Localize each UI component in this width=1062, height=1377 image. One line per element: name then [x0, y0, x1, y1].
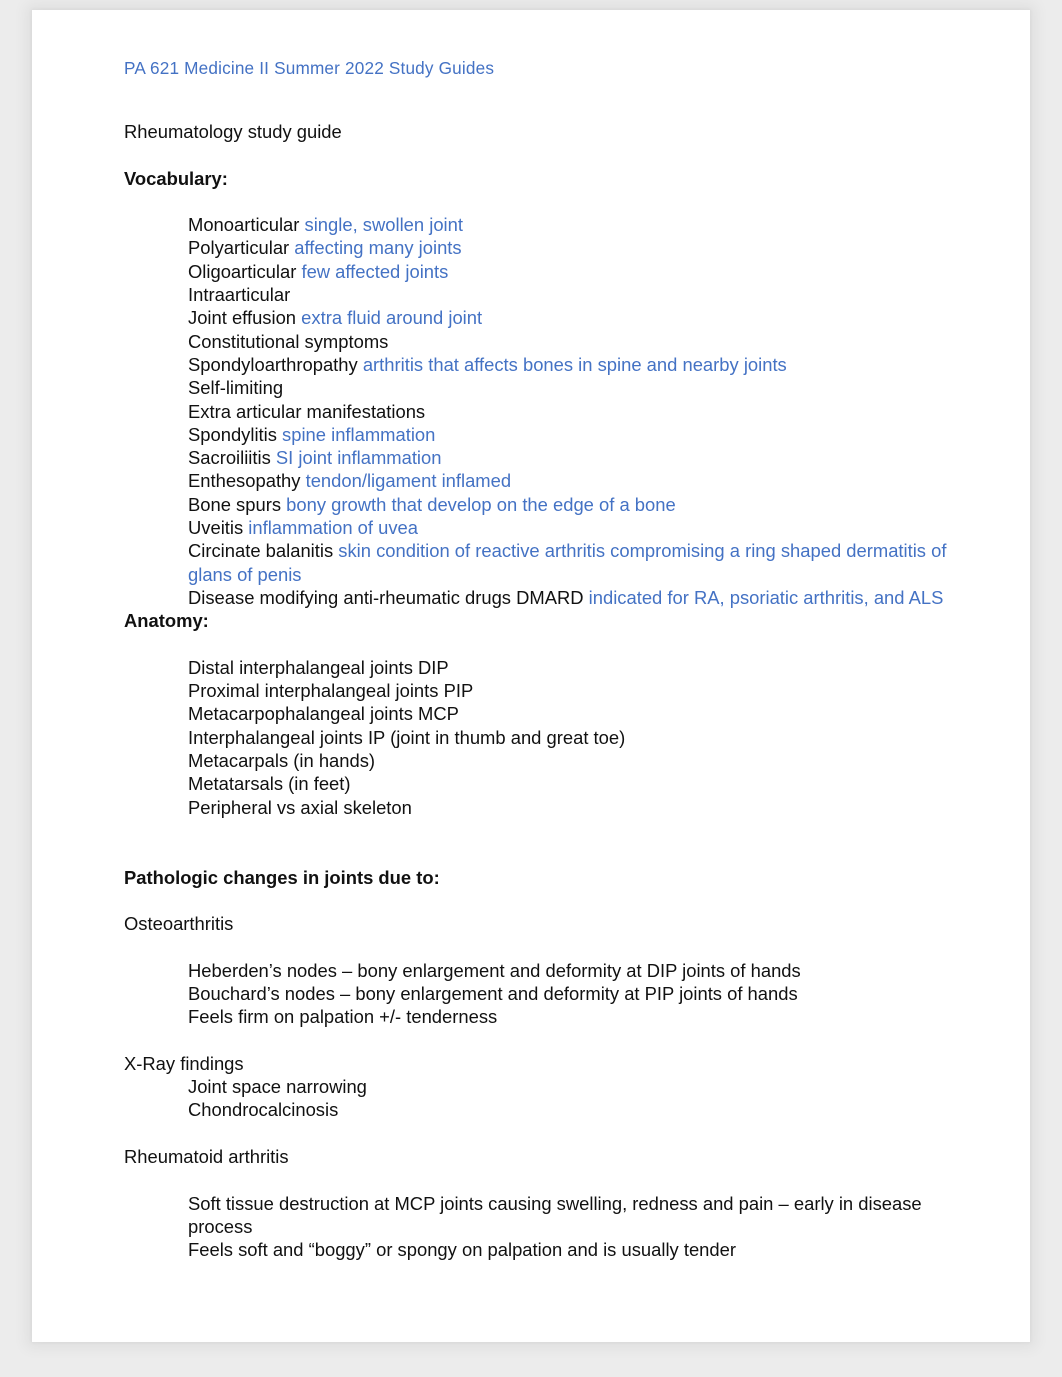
anatomy-item: Metacarpophalangeal joints MCP — [188, 703, 459, 725]
vocabulary-entry: Extra articular manifestations — [124, 400, 964, 423]
anatomy-item: Metatarsals (in feet) — [188, 773, 351, 795]
vocabulary-term: Monoarticular — [188, 214, 305, 236]
document-header-link[interactable]: PA 621 Medicine II Summer 2022 Study Gui… — [124, 58, 494, 79]
vocabulary-list: Monoarticular single, swollen joint Polya… — [124, 213, 964, 609]
vocabulary-term: Oligoarticular — [188, 260, 302, 282]
vocabulary-entry: Spondyloarthropathy arthritis that affec… — [124, 353, 964, 376]
vocabulary-term: Bone spurs — [188, 493, 287, 515]
pathologic-item: Feels soft and “boggy” or spongy on palp… — [188, 1239, 736, 1261]
anatomy-item: Interphalangeal joints IP (joint in thum… — [188, 726, 626, 748]
anatomy-item: Metacarpals (in hands) — [188, 750, 376, 772]
vocabulary-definition: arthritis that affects bones in spine an… — [362, 353, 787, 375]
vocabulary-heading: Vocabulary: — [124, 167, 228, 189]
pathologic-item: Heberden’s nodes – bony enlargement and … — [188, 959, 801, 981]
pathologic-item: Soft tissue destruction at MCP joints ca… — [188, 1192, 922, 1237]
vocabulary-definition: inflammation of uvea — [248, 517, 418, 539]
vocabulary-definition: tendon/ligament inflamed — [305, 470, 512, 492]
vocabulary-term: Sacroiliitis — [188, 447, 276, 469]
vocabulary-term: Extra articular manifestations — [188, 400, 426, 422]
vocabulary-term: Self-limiting — [188, 377, 284, 399]
anatomy-heading: Anatomy: — [124, 610, 209, 632]
vocabulary-entry: Oligoarticular few affected joints — [124, 260, 964, 283]
vocabulary-entry: Uveitis inflammation of uvea — [124, 516, 964, 539]
anatomy-list: Distal interphalangeal joints DIP Proxima… — [124, 656, 964, 819]
vocabulary-entry: Bone spurs bony growth that develop on t… — [124, 493, 964, 516]
vocabulary-entry: Enthesopathy tendon/ligament inflamed — [124, 469, 964, 492]
vocabulary-entry: Constitutional symptoms — [124, 330, 964, 353]
vocabulary-term: Enthesopathy — [188, 470, 306, 492]
vocabulary-definition: bony growth that develop on the edge of … — [286, 493, 676, 515]
vocabulary-entry: Polyarticular affecting many joints — [124, 236, 964, 259]
vocabulary-definition: affecting many joints — [294, 237, 462, 259]
pathologic-item: Chondrocalcinosis — [188, 1099, 339, 1121]
pathologic-heading: Pathologic changes in joints due to: — [124, 866, 440, 888]
vocabulary-definition: few affected joints — [301, 260, 449, 282]
document-title: Rheumatology study guide — [124, 121, 342, 142]
vocabulary-term: Constitutional symptoms — [188, 330, 389, 352]
vocabulary-term: Spondylitis — [188, 423, 283, 445]
vocabulary-term: Joint effusion — [188, 307, 302, 329]
document-body: Rheumatology study guide Vocabulary: Mon… — [124, 120, 964, 1262]
vocabulary-entry: Spondylitis spine inflammation — [124, 423, 964, 446]
vocabulary-entry: Sacroiliitis SI joint inflammation — [124, 446, 964, 469]
vocabulary-term: Polyarticular — [188, 237, 295, 259]
vocabulary-term: Spondyloarthropathy — [188, 353, 363, 375]
document-page: PA 621 Medicine II Summer 2022 Study Gui… — [32, 10, 1030, 1342]
pathologic-section-label: Osteoarthritis — [124, 913, 234, 935]
vocabulary-definition: spine inflammation — [282, 423, 436, 445]
vocabulary-entry: Self-limiting — [124, 376, 964, 399]
pathologic-item: Feels firm on palpation +/- tenderness — [188, 1006, 498, 1028]
pathologic-section-label: Rheumatoid arthritis — [124, 1146, 289, 1168]
anatomy-item: Peripheral vs axial skeleton — [188, 796, 412, 818]
anatomy-item: Distal interphalangeal joints DIP — [188, 656, 449, 678]
pathologic-item: Joint space narrowing — [188, 1076, 367, 1098]
vocabulary-term: Uveitis — [188, 517, 249, 539]
vocabulary-definition: SI joint inflammation — [275, 447, 442, 469]
vocabulary-entry: Circinate balanitis skin condition of re… — [124, 539, 964, 586]
vocabulary-definition: indicated for RA, psoriatic arthritis, a… — [588, 586, 944, 608]
vocabulary-entry: Intraarticular — [124, 283, 964, 306]
anatomy-item: Proximal interphalangeal joints PIP — [188, 680, 474, 702]
vocabulary-term: Intraarticular — [188, 284, 291, 306]
pathologic-section-label: X-Ray findings — [124, 1052, 244, 1074]
document-canvas: PA 621 Medicine II Summer 2022 Study Gui… — [0, 0, 1062, 1377]
vocabulary-entry: Joint effusion extra fluid around joint — [124, 306, 964, 329]
vocabulary-definition: extra fluid around joint — [301, 307, 483, 329]
pathologic-item: Bouchard’s nodes – bony enlargement and … — [188, 982, 798, 1004]
pathologic-sections: Osteoarthritis Heberden’s nodes – bony en… — [124, 912, 964, 1261]
vocabulary-term: Circinate balanitis — [188, 540, 339, 562]
page-content-area: PA 621 Medicine II Summer 2022 Study Gui… — [32, 10, 1030, 1342]
vocabulary-entry: Monoarticular single, swollen joint — [124, 213, 964, 236]
vocabulary-entry: Disease modifying anti-rheumatic drugs D… — [124, 586, 964, 609]
vocabulary-definition: single, swollen joint — [304, 214, 463, 236]
vocabulary-term: Disease modifying anti-rheumatic drugs D… — [188, 586, 589, 608]
